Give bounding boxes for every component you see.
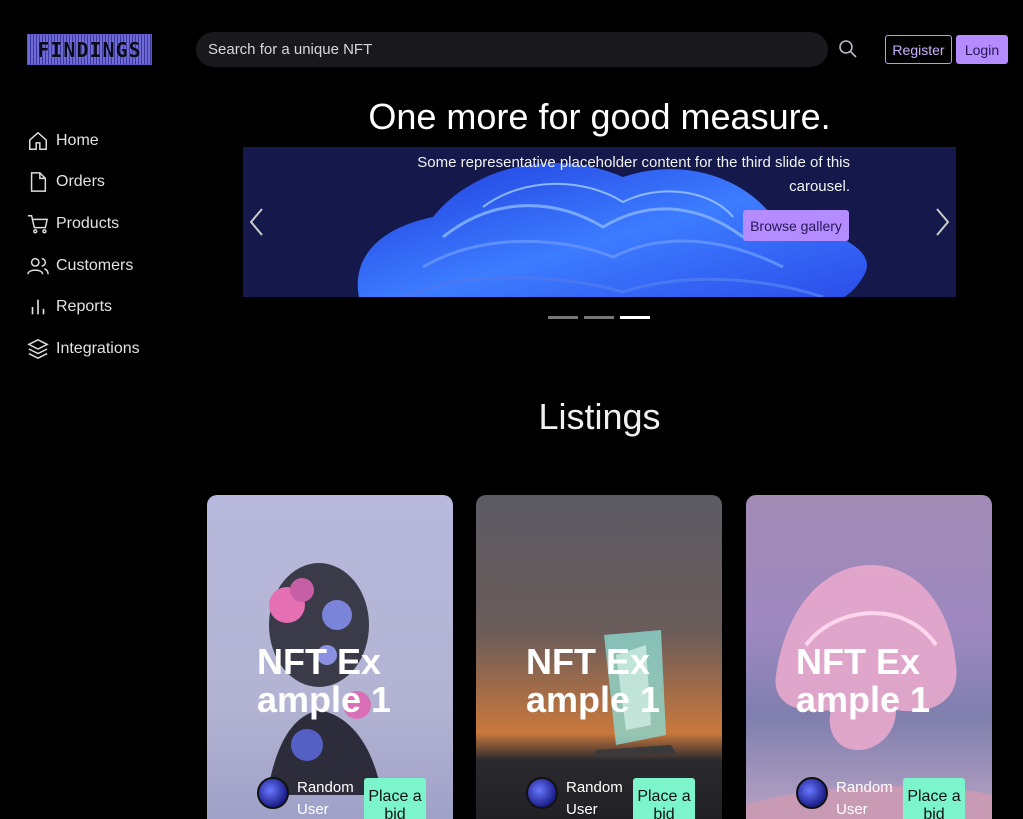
hero-carousel: Some representative placeholder content …	[243, 147, 956, 297]
home-icon	[29, 131, 47, 150]
nft-card-username: Random User	[566, 779, 623, 818]
sidebar-item-label: Home	[56, 131, 99, 149]
sidebar-item-integrations[interactable]: Integrations	[27, 328, 177, 370]
carousel-indicator-3[interactable]	[620, 316, 650, 319]
sidebar-item-label: Products	[56, 214, 120, 232]
search-icon[interactable]	[838, 39, 858, 59]
nft-card[interactable]: NFT Example 1 Random User Place a bid	[476, 495, 722, 819]
chevron-left-icon[interactable]	[247, 207, 267, 237]
carousel-indicator-1[interactable]	[548, 316, 578, 319]
cart-icon	[27, 215, 49, 234]
nft-card-user[interactable]: Random User	[257, 777, 363, 819]
sidebar-item-home[interactable]: Home	[27, 120, 177, 162]
sidebar-item-label: Customers	[56, 256, 134, 274]
sidebar-nav: Home Orders Products Customers Reports I…	[27, 120, 177, 370]
sidebar-item-label: Integrations	[56, 339, 140, 357]
sidebar-item-orders[interactable]: Orders	[27, 162, 177, 204]
bar-chart-icon	[31, 299, 45, 315]
users-icon	[27, 257, 49, 275]
sidebar-item-label: Orders	[56, 173, 105, 191]
avatar	[796, 777, 828, 809]
chevron-right-icon[interactable]	[932, 207, 952, 237]
place-bid-button[interactable]: Place a bid	[364, 778, 426, 819]
findings-logo[interactable]: FINDINGS	[27, 34, 152, 65]
logo-text: FINDINGS	[37, 37, 142, 62]
login-button[interactable]: Login	[956, 35, 1008, 64]
sidebar-item-customers[interactable]: Customers	[27, 245, 177, 287]
nft-card-username: Random User	[836, 779, 893, 818]
nft-card[interactable]: NFT Example 1 Random User Place a bid	[207, 495, 453, 819]
sidebar-item-label: Reports	[56, 298, 113, 316]
browse-gallery-button[interactable]: Browse gallery	[743, 210, 849, 241]
carousel-caption: Some representative placeholder content …	[417, 154, 850, 195]
file-icon	[30, 172, 47, 193]
nft-card-user[interactable]: Random User	[526, 777, 632, 819]
place-bid-button[interactable]: Place a bid	[903, 778, 965, 819]
search-input[interactable]	[196, 32, 828, 67]
listings-heading: Listings	[538, 396, 661, 437]
nft-card[interactable]: NFT Example 1 Random User Place a bid	[746, 495, 992, 819]
place-bid-button[interactable]: Place a bid	[633, 778, 695, 819]
nft-card-title: NFT Example 1	[526, 641, 661, 720]
avatar	[526, 777, 558, 809]
nft-card-username: Random User	[297, 779, 354, 818]
carousel-indicator-2[interactable]	[584, 316, 614, 319]
carousel-slide-title: One more for good measure.	[368, 96, 831, 137]
nft-card-title: NFT Example 1	[796, 641, 931, 720]
sidebar-item-products[interactable]: Products	[27, 203, 177, 245]
sidebar-item-reports[interactable]: Reports	[27, 286, 177, 328]
avatar	[257, 777, 289, 809]
register-button[interactable]: Register	[885, 35, 952, 64]
nft-card-title: NFT Example 1	[257, 641, 392, 720]
layers-icon	[27, 338, 49, 359]
nft-card-user[interactable]: Random User	[796, 777, 902, 819]
